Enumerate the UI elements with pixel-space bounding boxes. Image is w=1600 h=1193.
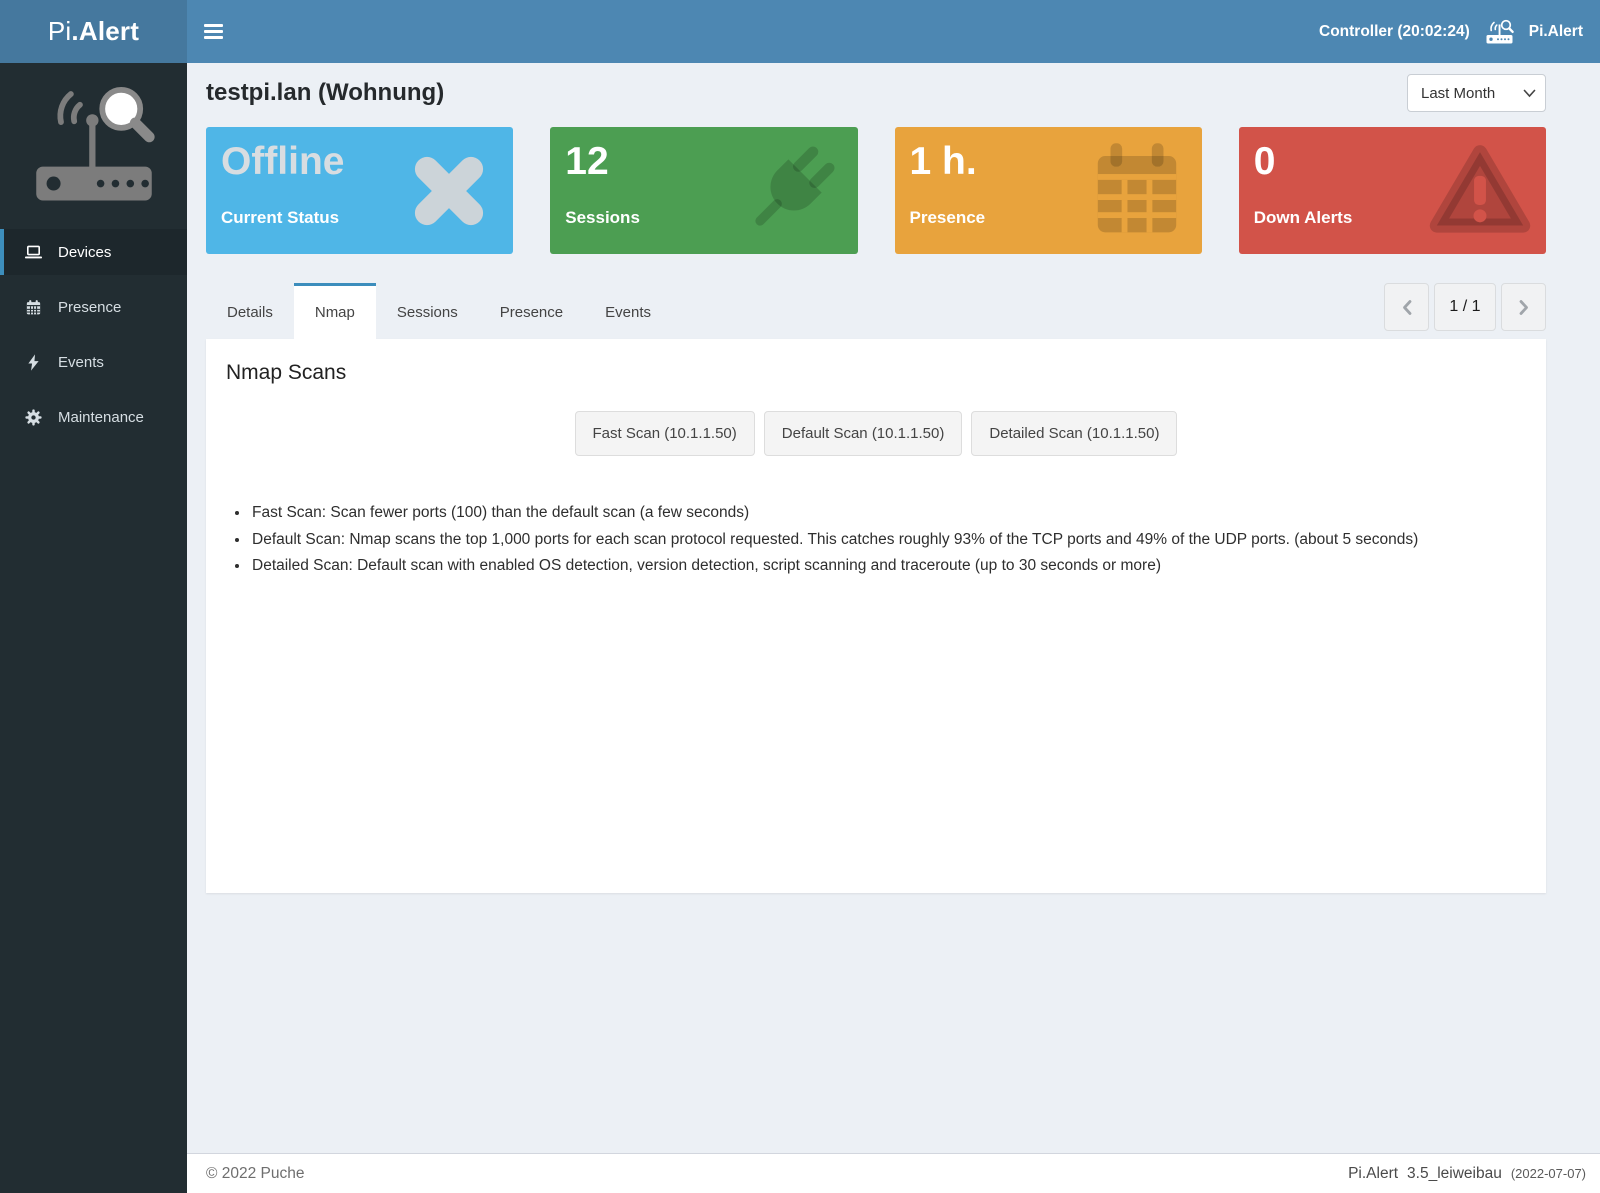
tab-sessions[interactable]: Sessions [376,283,479,339]
card-sessions: 12 Sessions [550,127,858,254]
chevron-right-icon [1519,299,1528,315]
card-current-status: Offline Current Status [206,127,514,254]
calendar-icon [1097,142,1176,232]
tabs-row: Details Nmap Sessions Presence Events 1 … [206,283,1546,339]
nmap-panel: Nmap Scans Fast Scan (10.1.1.50) Default… [206,339,1546,893]
footer-version-info: Pi.Alert 3.5_leiweibau (2022-07-07) [1348,1165,1586,1183]
brand-label: Pi.Alert [1528,22,1583,40]
sidebar-item-events[interactable]: Events [0,339,187,385]
laptop-icon [24,245,43,258]
chevron-left-icon [1402,299,1411,315]
app-logo[interactable]: Pi .Alert [0,0,187,63]
warning-icon [1429,144,1531,233]
app-logo-text-bold: .Alert [71,16,140,46]
footer-app-name: Pi.Alert [1348,1164,1399,1182]
pialert-brand-link[interactable]: Pi.Alert [1485,18,1583,45]
pager-next-button[interactable] [1501,283,1546,331]
pi-alert-app: Pi .Alert Controller (20:02:24) Pi.Alert… [0,0,1600,1193]
bolt-icon [28,353,39,371]
sidebar-logo [0,63,187,217]
sidebar-toggle-button[interactable] [187,0,239,63]
plug-icon [754,145,835,226]
scan-notes: Fast Scan: Scan fewer ports (100) than t… [226,500,1532,580]
sidebar-item-label: Devices [58,243,112,261]
footer-copyright: © 2022 Puche [206,1164,305,1182]
xmark-icon [415,156,484,225]
footer: © 2022 Puche Pi.Alert 3.5_leiweibau (202… [187,1153,1600,1193]
hamburger-icon [203,24,223,28]
sidebar: Devices Presence Events Maintenance [0,63,187,1193]
scan-note-default: Default Scan: Nmap scans the top 1,000 p… [250,527,1532,554]
scan-note-detailed: Detailed Scan: Default scan with enabled… [250,553,1532,580]
controller-status-link[interactable]: Controller (20:02:24) [1319,23,1470,41]
device-tabs: Details Nmap Sessions Presence Events [206,283,672,339]
sidebar-item-label: Maintenance [58,408,144,426]
app-logo-text-thin: Pi [47,16,72,46]
device-pager: 1 / 1 [1384,283,1546,331]
period-select-wrap: Last Month [1407,74,1546,112]
router-scan-icon [1486,19,1514,44]
sidebar-menu: Devices Presence Events Maintenance [0,229,187,449]
main-area: testpi.lan (Wohnung) Last Month Offline … [187,63,1600,1193]
sidebar-item-label: Presence [58,298,122,316]
default-scan-button[interactable]: Default Scan (10.1.1.50) [763,411,963,456]
hamburger-icon [203,35,223,39]
stat-cards: Offline Current Status 12 Sessions 1 h. … [206,127,1546,254]
period-select[interactable]: Last Month [1407,74,1546,112]
tab-details[interactable]: Details [206,283,294,339]
card-presence: 1 h. Presence [894,127,1202,254]
sidebar-item-maintenance[interactable]: Maintenance [0,394,187,440]
pager-page-indicator: 1 / 1 [1434,283,1496,331]
sidebar-item-presence[interactable]: Presence [0,284,187,330]
card-label: Sessions [565,208,640,227]
card-label: Down Alerts [1253,208,1353,227]
detailed-scan-button[interactable]: Detailed Scan (10.1.1.50) [971,411,1178,456]
tab-events[interactable]: Events [584,283,672,339]
tab-presence[interactable]: Presence [479,283,584,339]
navbar-body: Controller (20:02:24) Pi.Alert [187,0,1600,63]
footer-app-date: (2022-07-07) [1510,1165,1586,1181]
router-scan-logo-icon [35,87,155,201]
page-title: testpi.lan (Wohnung) [206,79,445,106]
card-label: Current Status [221,208,340,227]
calendar-icon [26,299,41,314]
gear-icon [25,408,42,426]
sidebar-item-label: Events [58,353,104,371]
pager-prev-button[interactable] [1384,283,1429,331]
footer-app-version: 3.5_leiweibau [1407,1164,1502,1182]
top-navbar: Pi .Alert Controller (20:02:24) Pi.Alert [0,0,1600,63]
content: testpi.lan (Wohnung) Last Month Offline … [206,63,1546,893]
panel-title: Nmap Scans [226,361,347,384]
fast-scan-button[interactable]: Fast Scan (10.1.1.50) [574,411,755,456]
scan-buttons: Fast Scan (10.1.1.50) Default Scan (10.1… [220,411,1532,456]
card-down-alerts: 0 Down Alerts [1238,127,1546,254]
card-label: Presence [909,208,986,227]
hamburger-icon [203,30,223,33]
scan-note-fast: Fast Scan: Scan fewer ports (100) than t… [250,500,1532,527]
tab-nmap[interactable]: Nmap [293,283,376,339]
navbar-right: Controller (20:02:24) Pi.Alert [1319,18,1600,45]
sidebar-item-devices[interactable]: Devices [0,229,187,275]
